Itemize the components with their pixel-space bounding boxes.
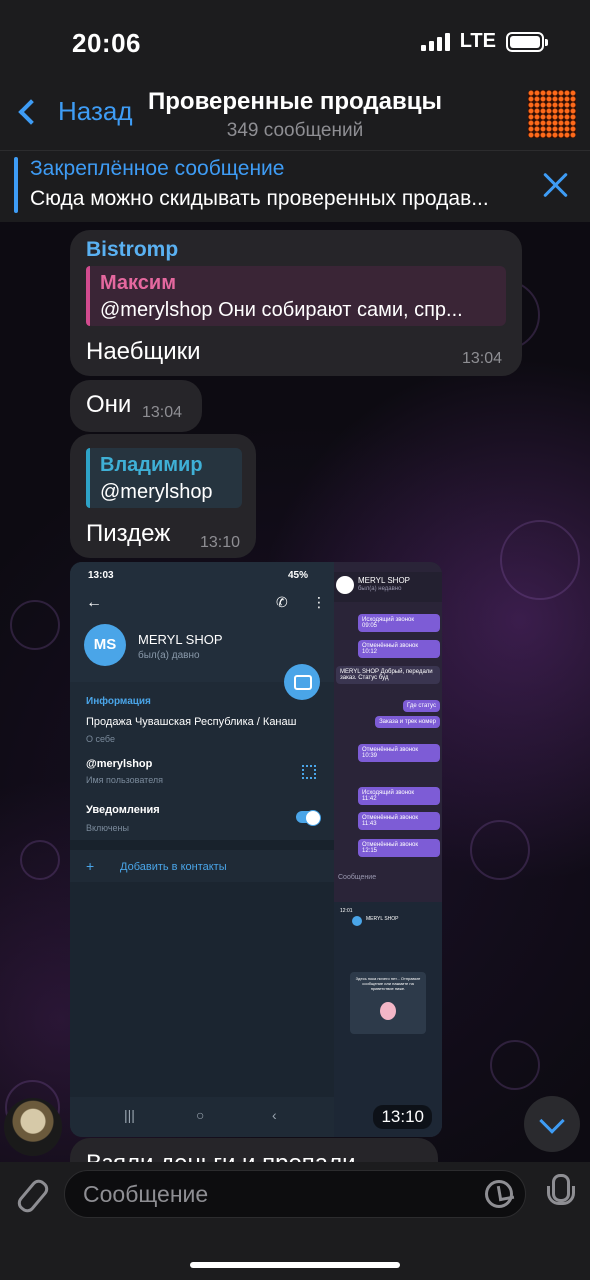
screenshot-chat-message: Заказа и трек номер (375, 716, 440, 728)
sticker-icon (380, 1002, 396, 1020)
pinned-text: Сюда можно скидывать проверенных продав.… (30, 187, 489, 210)
screenshot-mini-name: MERYL SHOP (366, 916, 399, 922)
screenshot-chat: MERYL SHOP был(а) недавно Исходящий звон… (334, 562, 442, 1137)
message-time: 13:10 (200, 534, 241, 551)
pinned-title: Закреплённое сообщение (30, 157, 285, 180)
screenshot-chat-seen: был(а) недавно (358, 586, 402, 592)
photo-message[interactable]: 13:03 45% ← ✆ ⋮ MS MERYL SHOP был(а) дав… (70, 562, 442, 1137)
network-label: LTE (459, 30, 496, 52)
reply-bar (86, 266, 90, 326)
signal-icon (420, 32, 450, 51)
pinned-indicator (14, 157, 18, 213)
screenshot-username: @merylshop (86, 758, 153, 770)
add-user-icon: + (86, 858, 95, 874)
screenshot-chat-avatar (336, 576, 354, 594)
screenshot-seen: был(а) давно (138, 650, 200, 661)
screenshot-name: MERYL SHOP (138, 632, 223, 647)
sticker-button-icon[interactable] (485, 1180, 513, 1208)
reply-sender: Владимир (100, 454, 203, 476)
screenshot-profile: 13:03 45% ← ✆ ⋮ MS MERYL SHOP был(а) дав… (70, 562, 334, 1137)
screenshot-notifications: Уведомления (86, 804, 160, 816)
message-text: Они (86, 391, 132, 418)
reply-quote[interactable]: Владимир @merylshop (86, 448, 242, 508)
screenshot-bio-label: О себе (86, 734, 115, 744)
more-icon: ⋮ (312, 594, 326, 610)
screenshot-add-contact: Добавить в контакты (120, 861, 227, 873)
reply-bar (86, 448, 90, 508)
message-text: Наебщики (86, 338, 201, 365)
chat-subtitle: 349 сообщений (226, 120, 364, 141)
screenshot-chat-incoming: MERYL SHOP Добрый, передали заказ. Стату… (336, 666, 440, 684)
arrow-left-icon: ← (86, 594, 102, 611)
chevron-down-icon (539, 1108, 565, 1134)
sender-avatar[interactable] (4, 1098, 62, 1156)
screenshot-chat-message: Исходящий звонок 11:42 (358, 787, 440, 805)
message-time: 13:04 (462, 350, 503, 367)
message-input[interactable]: Сообщение (64, 1170, 526, 1218)
chat-header[interactable]: Проверенные продавцы 349 сообщений (0, 88, 590, 142)
android-nav-bar: ||| ○ ‹ (70, 1097, 334, 1137)
message-bubble[interactable]: Владимир @merylshop Пиздеж 13:10 (70, 434, 256, 558)
recents-icon: ||| (124, 1107, 135, 1123)
message-time: 13:10 (373, 1105, 432, 1129)
close-icon[interactable] (542, 171, 570, 199)
message-bubble[interactable]: Они 13:04 (70, 380, 202, 432)
qr-icon (302, 765, 316, 779)
message-time: 13:04 (142, 404, 183, 421)
chat-avatar[interactable] (528, 90, 576, 138)
message-bubble[interactable]: Bistromp Максим @merylshop Они собирают … (70, 230, 522, 376)
message-text: Пиздеж (86, 520, 171, 547)
pinned-message[interactable]: Закреплённое сообщение Сюда можно скидыв… (0, 150, 590, 222)
screenshot-mini-time: 12:01 (340, 908, 353, 914)
toggle-icon (296, 810, 321, 826)
sender-name[interactable]: Bistromp (86, 238, 178, 262)
scroll-down-button[interactable] (524, 1096, 580, 1152)
back-icon: ‹ (272, 1107, 277, 1123)
message-placeholder: Сообщение (83, 1181, 209, 1207)
screenshot-avatar: MS (84, 624, 126, 666)
phone-icon: ✆ (276, 594, 288, 610)
reply-text: @merylshop (100, 481, 213, 503)
battery-icon (506, 31, 548, 52)
screenshot-notifications-state: Включены (86, 823, 129, 833)
screenshot-chat-message: Отменённый звонок 12:15 (358, 839, 440, 857)
message-icon (284, 664, 320, 700)
screenshot-chat-message: Где статус (403, 700, 440, 712)
screenshot-mini: 12:01 MERYL SHOP Здесь пока ничего нет..… (334, 902, 442, 1137)
screenshot-chat-message: Отменённый звонок 11:43 (358, 812, 440, 830)
screenshot-battery: 45% (288, 570, 309, 581)
attachment-icon[interactable] (14, 1176, 50, 1212)
screenshot-chat-message: Отменённый звонок 10:12 (358, 640, 440, 658)
status-icons: LTE (420, 30, 548, 53)
screenshot-bio: Продажа Чувашская Республика / Канаш (86, 716, 297, 728)
reply-quote[interactable]: Максим @merylshop Они собирают сами, спр… (86, 266, 506, 326)
screenshot-info-title: Информация (86, 696, 151, 707)
home-icon: ○ (196, 1107, 205, 1123)
navigation-bar: 20:06 LTE Назад Проверенные продавцы 349… (0, 0, 590, 150)
status-time: 20:06 (72, 28, 141, 58)
screenshot-chat-message: Отменённый звонок 10:39 (358, 744, 440, 762)
home-indicator (190, 1262, 400, 1268)
screenshot-status-time: 13:03 (88, 570, 114, 581)
screenshot-mini-avatar (352, 916, 362, 926)
reply-sender: Максим (100, 272, 176, 294)
screenshot-chat-message: Исходящий звонок 09:05 (358, 614, 440, 632)
reply-text: @merylshop Они собирают сами, спр... (100, 299, 463, 321)
screenshot-username-label: Имя пользователя (86, 775, 164, 785)
screenshot-chat-name: MERYL SHOP (358, 576, 411, 585)
screenshot-mini-card: Здесь пока ничего нет... Отправьте сообщ… (350, 972, 426, 1034)
screenshot-chat-input: Сообщение (338, 874, 377, 881)
screenshot-mini-text: Здесь пока ничего нет... Отправьте сообщ… (355, 976, 421, 991)
screenshot-empty (70, 882, 334, 1097)
chat-title: Проверенные продавцы (148, 88, 442, 115)
microphone-icon[interactable] (542, 1174, 575, 1214)
screenshot-divider (70, 840, 334, 850)
